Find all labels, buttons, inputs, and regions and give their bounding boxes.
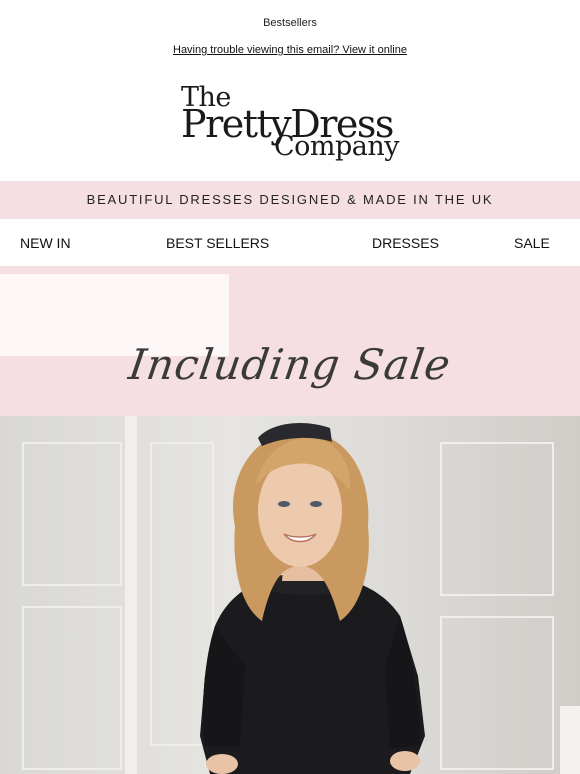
hero-script-heading: Including Sale xyxy=(125,340,455,389)
preheader-text: Bestsellers xyxy=(263,17,317,29)
hero-photo[interactable] xyxy=(0,416,580,774)
nav-item-dresses[interactable]: DRESSES xyxy=(372,235,439,251)
hero-banner[interactable]: Including Sale xyxy=(0,266,580,416)
view-online-link[interactable]: Having trouble viewing this email? View … xyxy=(0,44,580,56)
brand-logo[interactable]: The PrettyDress Company xyxy=(0,82,580,162)
tagline-banner: BEAUTIFUL DRESSES DESIGNED & MADE IN THE… xyxy=(0,181,580,219)
nav-item-best-sellers[interactable]: BEST SELLERS xyxy=(166,235,269,251)
logo-line-company: Company xyxy=(274,131,400,162)
email-page: Bestsellers Having trouble viewing this … xyxy=(0,0,580,774)
nav-item-sale[interactable]: SALE xyxy=(514,235,550,251)
main-nav: NEW IN BEST SELLERS DRESSES SALE xyxy=(0,220,580,266)
model-figure xyxy=(200,423,425,774)
nav-item-new-in[interactable]: NEW IN xyxy=(20,235,71,251)
